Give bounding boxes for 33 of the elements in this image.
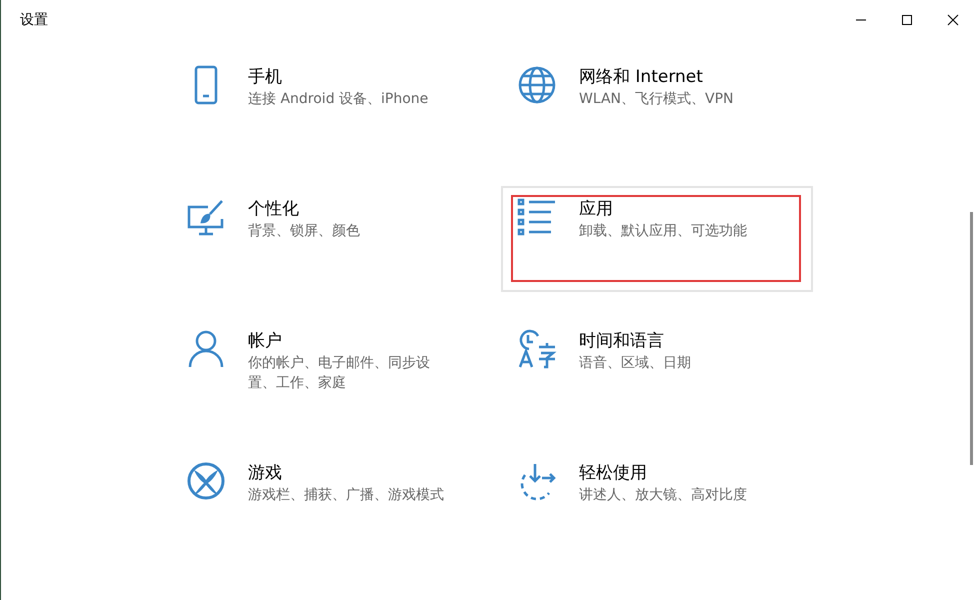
settings-tile[interactable]: 应用 卸载、默认应用、可选功能: [501, 186, 813, 292]
tile-title: 网络和 Internet: [579, 66, 704, 89]
xbox-icon: [186, 461, 226, 501]
tile-description: 背景、锁屏、颜色: [248, 222, 360, 241]
tile-description: 讲述人、放大镜、高对比度: [579, 486, 747, 505]
scrollbar[interactable]: [970, 212, 973, 465]
tile-title: 帐户: [248, 330, 283, 353]
settings-tile[interactable]: 手机 连接 Android 设备、iPhone: [170, 54, 482, 160]
globe-icon: [517, 65, 557, 105]
settings-tile[interactable]: 游戏 游戏栏、捕获、广播、游戏模式: [170, 450, 482, 556]
clock-letter-icon: [517, 329, 557, 369]
tile-description: 游戏栏、捕获、广播、游戏模式: [248, 486, 444, 505]
window-title: 设置: [20, 10, 48, 30]
tile-description: 语音、区域、日期: [579, 354, 691, 373]
close-icon: [947, 14, 959, 26]
tile-title: 游戏: [248, 462, 283, 485]
tile-title: 个性化: [248, 198, 300, 221]
tile-title: 手机: [248, 66, 283, 89]
person-icon: [186, 329, 226, 369]
tile-description: 连接 Android 设备、iPhone: [248, 90, 428, 109]
tile-title: 时间和语言: [579, 330, 665, 353]
tile-description: 卸载、默认应用、可选功能: [579, 222, 747, 241]
tile-title: 应用: [579, 198, 614, 221]
settings-tile[interactable]: 网络和 Internet WLAN、飞行模式、VPN: [501, 54, 813, 160]
settings-tile[interactable]: 轻松使用 讲述人、放大镜、高对比度: [501, 450, 813, 556]
tile-description: 你的帐户、电子邮件、同步设 置、工作、家庭: [248, 354, 430, 393]
tile-description: WLAN、飞行模式、VPN: [579, 90, 734, 109]
settings-tile[interactable]: 个性化 背景、锁屏、颜色: [170, 186, 482, 292]
tile-title: 轻松使用: [579, 462, 648, 485]
list-icon: [517, 197, 557, 237]
maximize-icon: [901, 14, 913, 26]
settings-tile[interactable]: 帐户 你的帐户、电子邮件、同步设 置、工作、家庭: [170, 318, 482, 424]
settings-tile[interactable]: 时间和语言 语音、区域、日期: [501, 318, 813, 424]
